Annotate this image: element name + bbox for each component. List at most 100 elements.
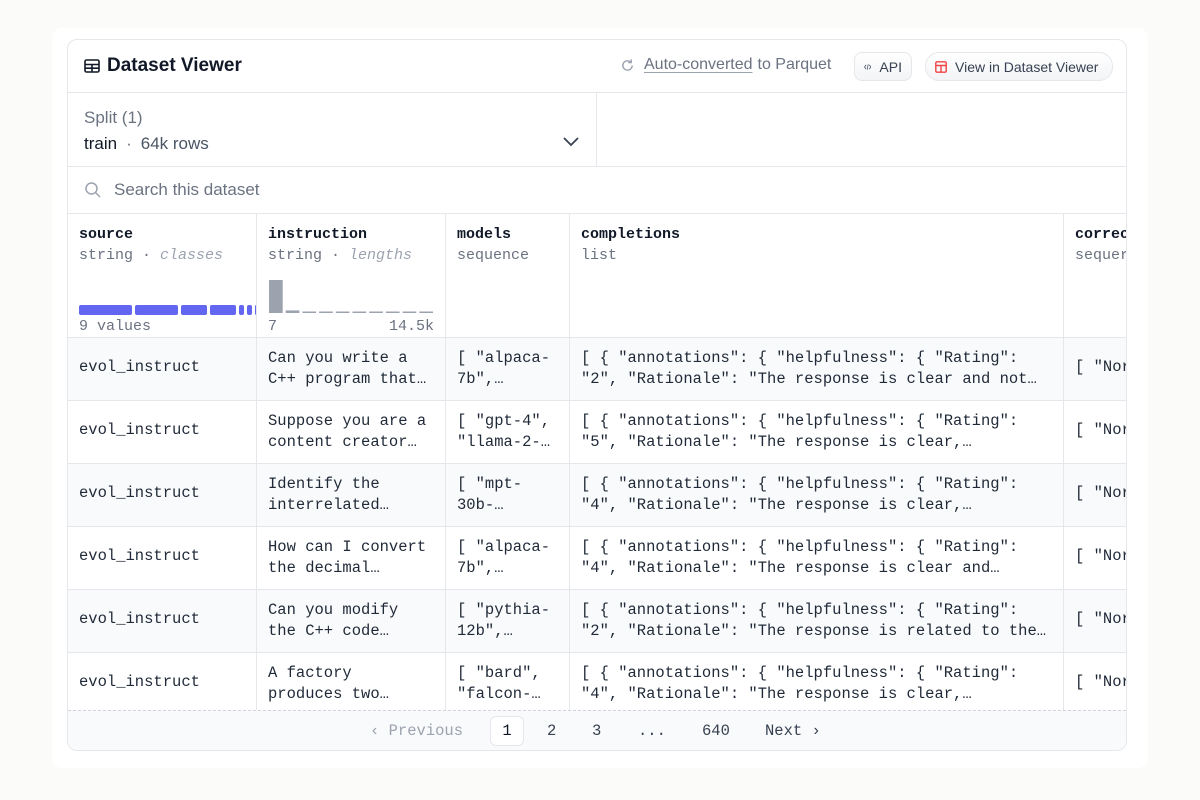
table-cell[interactable]: [ "Nor — [1064, 464, 1126, 527]
column-name: instruction — [268, 226, 368, 243]
column-source: source string · classes 9 values evol_in… — [68, 214, 257, 710]
split-row-count: 64k rows — [140, 134, 209, 153]
class-bar-segment[interactable] — [181, 305, 207, 315]
page-title: Dataset Viewer — [107, 55, 242, 76]
column-type: list — [581, 247, 618, 264]
table-cell[interactable]: evol_instruct — [68, 401, 256, 464]
split-value: train · 64k rows — [84, 134, 209, 154]
split-separator: · — [126, 134, 132, 153]
column-header[interactable]: correc sequer — [1064, 214, 1127, 338]
table-cell[interactable]: evol_instruct — [68, 653, 256, 710]
length-histogram[interactable] — [268, 278, 435, 313]
table-cell[interactable]: [ { "annotations": { "helpfulness": { "R… — [570, 338, 1063, 401]
auto-converted-link[interactable]: Auto-converted — [644, 56, 753, 74]
table-cell[interactable]: [ { "annotations": { "helpfulness": { "R… — [570, 590, 1063, 653]
table-cell[interactable]: evol_instruct — [68, 590, 256, 653]
column-name: source — [79, 226, 134, 243]
table-cell[interactable]: [ "Nor — [1064, 653, 1126, 710]
class-bar-segment[interactable] — [210, 305, 236, 315]
page-3-button[interactable]: 3 — [592, 722, 601, 740]
column-type: string · lengths — [268, 247, 413, 264]
code-icon — [864, 63, 872, 70]
table-cell[interactable]: [ "Nor — [1064, 401, 1126, 464]
table-cell[interactable]: [ "Nor — [1064, 338, 1126, 401]
histogram-bar[interactable] — [402, 311, 417, 314]
column-header[interactable]: instruction string · lengths 7 14.5k — [257, 214, 445, 338]
histogram-bar[interactable] — [319, 311, 333, 314]
search-bar — [68, 167, 1126, 214]
page-640-button[interactable]: 640 — [702, 722, 730, 740]
column-instruction: instruction string · lengths 7 14.5k Can… — [257, 214, 446, 710]
table-cell[interactable]: [ "Nor — [1064, 590, 1126, 653]
table-cell[interactable]: [ "mpt-30b-chat",… — [446, 464, 569, 527]
previous-page-button[interactable]: ‹ Previous — [370, 722, 463, 740]
column-models: models sequence [ "alpaca-7b",… [ "gpt-4… — [446, 214, 570, 710]
view-in-dataset-viewer-button[interactable]: View in Dataset Viewer — [925, 52, 1113, 81]
histogram-bar[interactable] — [419, 311, 433, 314]
class-distribution-bar[interactable] — [79, 305, 256, 315]
table-cell[interactable]: [ "alpaca-7b",… — [446, 338, 569, 401]
search-icon — [85, 182, 101, 198]
split-name: train — [84, 134, 118, 153]
class-bar-segment[interactable] — [247, 305, 252, 315]
table-cell[interactable]: [ "gpt-4", "llama-2-… — [446, 401, 569, 464]
column-name: correc — [1075, 226, 1127, 243]
next-page-button[interactable]: Next › — [765, 722, 821, 740]
table-cell[interactable]: [ { "annotations": { "helpfulness": { "R… — [570, 401, 1063, 464]
column-type: sequer — [1075, 247, 1127, 264]
page-1-button[interactable]: 1 — [490, 716, 524, 746]
histogram-bar[interactable] — [269, 280, 283, 313]
search-input[interactable] — [114, 177, 714, 203]
split-selector[interactable]: Split (1) train · 64k rows — [68, 93, 597, 166]
column-correct: correc sequer [ "Nor [ "Nor [ "Nor [ "No… — [1064, 214, 1127, 710]
table-cell[interactable]: How can I convert the decimal numbe… — [257, 527, 445, 590]
chevron-down-icon[interactable] — [562, 135, 580, 147]
table-cell[interactable]: evol_instruct — [68, 527, 256, 590]
column-header[interactable]: completions list — [570, 214, 1063, 338]
viewer-header: Dataset Viewer Auto-converted to Parquet… — [68, 40, 1126, 93]
column-type: sequence — [457, 247, 530, 264]
histogram-bar[interactable] — [385, 311, 400, 314]
table-cell[interactable]: [ "pythia-12b",… — [446, 590, 569, 653]
table-cell[interactable]: [ { "annotations": { "helpfulness": { "R… — [570, 653, 1063, 710]
view-button-label: View in Dataset Viewer — [955, 58, 1099, 75]
page-2-button[interactable]: 2 — [547, 722, 556, 740]
refresh-icon — [622, 58, 633, 71]
column-type: string · classes — [79, 247, 224, 264]
table-cell[interactable]: Identify the interrelated… — [257, 464, 445, 527]
class-bar-segment[interactable] — [79, 305, 132, 315]
column-completions: completions list [ { "annotations": { "h… — [570, 214, 1064, 710]
column-header[interactable]: models sequence — [446, 214, 569, 338]
table-cell[interactable]: [ { "annotations": { "helpfulness": { "R… — [570, 464, 1063, 527]
auto-converted-info: Auto-converted to Parquet — [620, 56, 831, 74]
table-cell[interactable]: [ "Nor — [1064, 527, 1126, 590]
class-bar-segment[interactable] — [239, 305, 244, 315]
histogram-bar[interactable] — [369, 311, 383, 314]
table-cell[interactable]: [ "alpaca-7b", "mpt-… — [446, 527, 569, 590]
column-header[interactable]: source string · classes 9 values — [68, 214, 256, 338]
api-button-label: API — [879, 58, 902, 75]
values-count: 9 values — [79, 318, 152, 335]
class-bar-segment[interactable] — [135, 305, 178, 315]
table-icon — [84, 59, 100, 73]
histogram-bar[interactable] — [335, 311, 350, 314]
table-cell[interactable]: [ "bard", "falcon-… — [446, 653, 569, 710]
column-name: completions — [581, 226, 681, 243]
grid-icon — [935, 60, 947, 73]
data-table: source string · classes 9 values evol_in… — [68, 214, 1127, 710]
histogram-bar[interactable] — [302, 311, 317, 314]
column-name: models — [457, 226, 512, 243]
histogram-bar[interactable] — [285, 310, 300, 313]
api-button[interactable]: API — [854, 52, 912, 81]
table-cell[interactable]: A factory produces two types of toys… — [257, 653, 445, 710]
table-cell[interactable]: Can you modify the C++ code provided… — [257, 590, 445, 653]
table-cell[interactable]: [ { "annotations": { "helpfulness": { "R… — [570, 527, 1063, 590]
split-label: Split (1) — [84, 108, 143, 127]
table-cell[interactable]: Suppose you are a content creator… — [257, 401, 445, 464]
table-cell[interactable]: evol_instruct — [68, 338, 256, 401]
pagination: ‹ Previous 1 2 3 ... 640 Next › — [68, 710, 1126, 750]
table-cell[interactable]: Can you write a C++ program that… — [257, 338, 445, 401]
histogram-bar[interactable] — [352, 311, 367, 314]
table-cell[interactable]: evol_instruct — [68, 464, 256, 527]
auto-converted-text: to Parquet — [757, 56, 832, 73]
